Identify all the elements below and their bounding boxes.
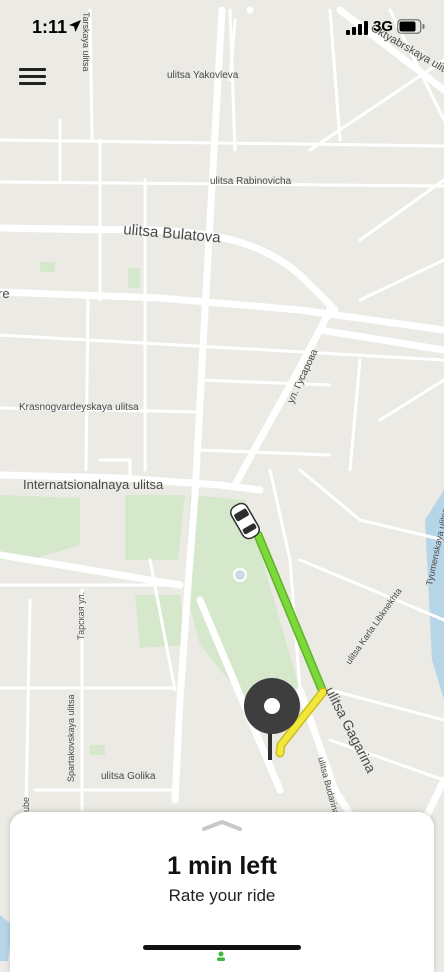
signal-icon [346,21,368,35]
street-label-golika: ulitsa Golika [101,771,156,782]
battery-icon [397,19,425,34]
street-label-rabinovicha: ulitsa Rabinovicha [210,176,292,187]
street-label-edge-left: re [0,286,10,301]
sheet-grabber-chevron-icon[interactable] [201,818,243,832]
street-label-internatsionalnaya: Internatsionalnaya ulitsa [23,477,164,492]
street-label-spartakovskaya: Spartakovskaya ulitsa [66,694,76,782]
location-arrow-icon [68,19,82,33]
status-time: 1:11 [32,17,67,38]
home-indicator[interactable] [143,945,301,950]
eta-title: 1 min left [10,852,434,881]
green-person-icon [214,951,228,961]
network-type: 3G [373,18,393,35]
rate-ride-link[interactable]: Rate your ride [10,886,434,906]
park-poi-icon [234,569,246,581]
status-bar: 1:11 3G [0,0,444,52]
street-label-krasnogvardeyskaya: Krasnogvardeyskaya ulitsa [19,402,139,413]
street-label-edge-bottom: ube [21,797,31,812]
street-label-tarskaya-mid: Тарская ул. [76,592,86,640]
hamburger-menu-icon[interactable] [19,66,49,88]
street-label-yakovleva: ulitsa Yakovleva [167,70,239,81]
